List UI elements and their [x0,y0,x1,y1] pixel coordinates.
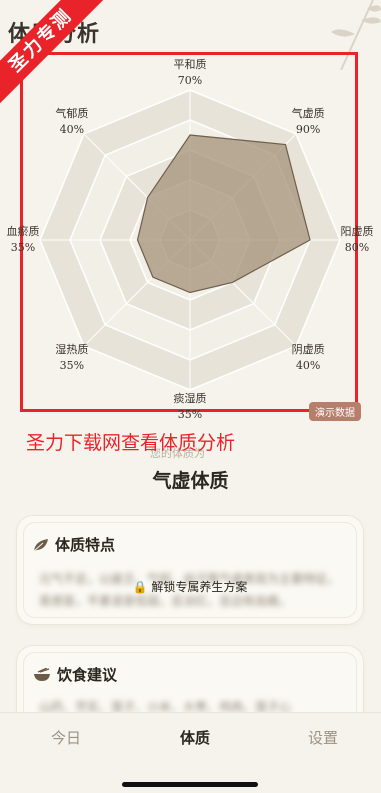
tab-settings[interactable]: 设置 [283,727,363,748]
radar-axis-name: 气郁质 [55,106,89,120]
radar-axis-name: 阳虚质 [340,225,374,238]
radar-axis-label: 痰湿质 35% [150,391,230,423]
radar-axis-label: 气郁质 40% [32,106,112,138]
radar-axis-label: 湿热质 35% [32,342,112,374]
radar-axis-name: 气虚质 [291,106,325,120]
unlock-plan-button[interactable]: 🔒 解锁专属养生方案 [17,578,363,595]
bowl-icon [34,667,50,681]
lock-icon: 🔒 [132,580,148,594]
traits-card-title: 体质特点 [55,536,116,554]
traits-card[interactable]: 体质特点 元气不足，以疲乏、气短、自汗等气虚表现为主要特征，易感冒，平素语音低弱… [17,516,363,624]
radar-axis-name: 血瘀质 [6,225,40,238]
radar-axis-label: 血瘀质 35% [0,224,63,256]
radar-axis-value: 40% [295,359,321,373]
leaf-icon [33,538,48,551]
tab-today[interactable]: 今日 [26,727,106,748]
constitution-result-title: 气虚体质 [152,470,229,492]
radar-axis-value: 35% [10,241,36,254]
radar-axis-name: 平和质 [173,58,207,71]
bottom-tab-bar: 今日 体质 设置 [0,712,381,793]
radar-axis-label: 阴虚质 40% [268,342,348,374]
promo-watermark-text: 圣力下载网查看体质分析 [26,432,236,454]
radar-axis-label: 气虚质 90% [268,106,348,138]
unlock-plan-label: 解锁专属养生方案 [151,580,248,594]
radar-axis-value: 35% [59,359,85,373]
radar-axis-value: 40% [59,122,85,136]
radar-axis-value: 80% [344,241,370,254]
diet-card-title: 饮食建议 [57,666,118,684]
radar-axis-value: 35% [177,408,203,421]
diet-card-header: 饮食建议 [33,664,117,685]
traits-card-header: 体质特点 [33,534,115,555]
radar-axis-value: 90% [295,122,321,136]
radar-axis-name: 痰湿质 [173,392,207,405]
radar-axis-label: 阳虚质 80% [317,224,381,256]
radar-axis-value: 70% [177,74,203,87]
radar-axis-name: 湿热质 [55,343,89,357]
demo-data-badge: 演示数据 [309,402,361,421]
radar-axis-name: 阴虚质 [291,343,325,357]
home-indicator [122,782,258,787]
radar-axis-label: 平和质 70% [150,57,230,89]
tab-constitution[interactable]: 体质 [155,727,235,748]
